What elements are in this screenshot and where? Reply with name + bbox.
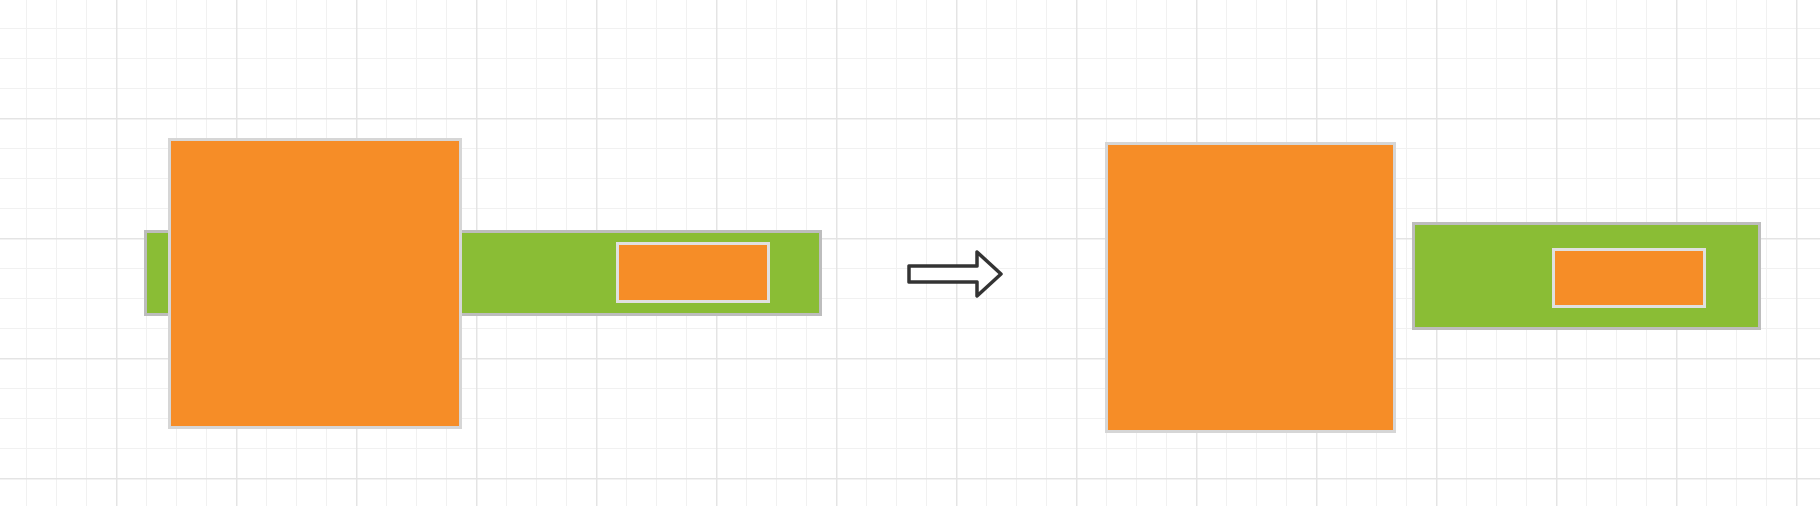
after-inner-orange-box <box>1552 248 1706 308</box>
before-inner-orange-box <box>616 242 770 303</box>
after-orange-square <box>1105 142 1396 433</box>
double-arrow-right-icon <box>907 250 1003 298</box>
diagram-canvas <box>0 0 1820 506</box>
before-orange-square <box>168 138 462 429</box>
